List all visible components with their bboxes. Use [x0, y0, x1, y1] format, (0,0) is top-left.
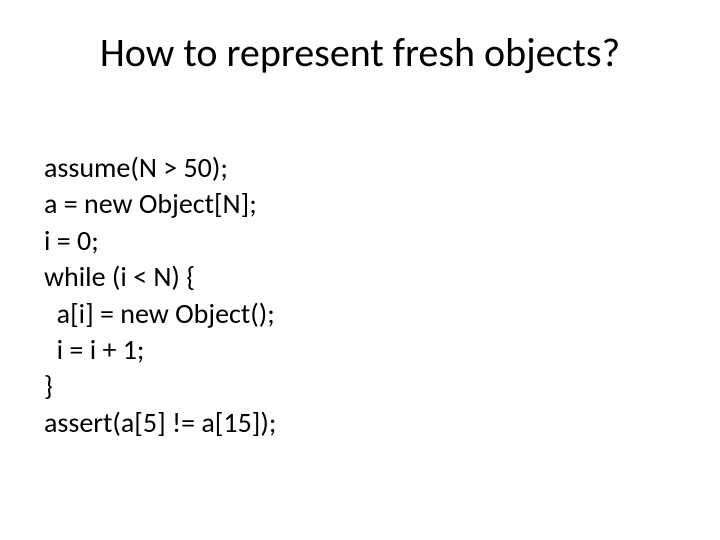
- slide: How to represent fresh objects? assume(N…: [0, 0, 720, 540]
- code-line: a = new Object[N];: [44, 186, 257, 221]
- code-line: i = 0;: [44, 223, 99, 258]
- code-line: assert(a[5] != a[15]);: [44, 405, 276, 440]
- code-line: assume(N > 50);: [44, 150, 228, 185]
- code-line: }: [44, 368, 53, 403]
- code-line: i = i + 1;: [44, 332, 144, 367]
- code-line: while (i < N) {: [44, 259, 195, 294]
- code-line: a[i] = new Object();: [44, 296, 275, 331]
- code-block: assume(N > 50); a = new Object[N]; i = 0…: [44, 150, 276, 441]
- slide-title: How to represent fresh objects?: [0, 28, 720, 77]
